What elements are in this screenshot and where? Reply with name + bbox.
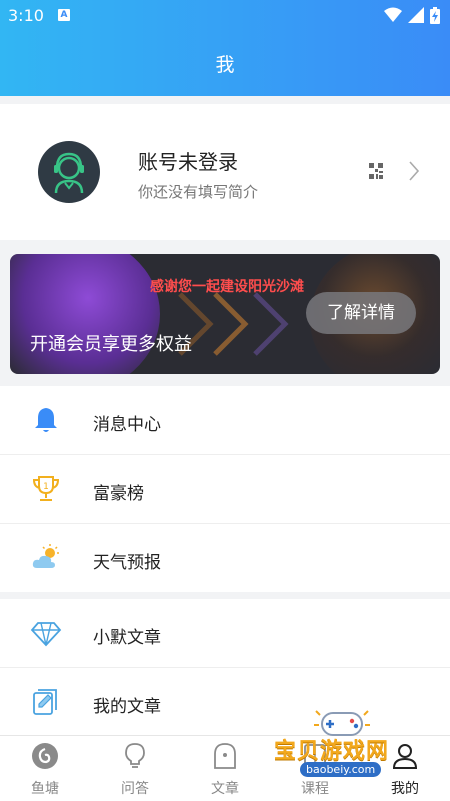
learn-more-button[interactable]: 了解详情 bbox=[306, 292, 416, 334]
wifi-icon bbox=[384, 7, 402, 22]
profile-bio: 你还没有填写简介 bbox=[138, 183, 259, 201]
default-avatar-icon bbox=[54, 152, 84, 194]
status-bar: 3:10 A bbox=[0, 0, 450, 30]
watermark: 宝贝游戏网 baobeiy.com bbox=[272, 705, 432, 785]
signal-icon bbox=[408, 7, 424, 23]
bell-icon bbox=[35, 408, 57, 432]
fish-pond-icon bbox=[32, 743, 58, 769]
menu-item-label: 天气预报 bbox=[93, 553, 161, 573]
menu-group: 消息中心 1 富豪榜 天气预报 bbox=[0, 386, 450, 592]
lightbulb-icon bbox=[125, 743, 145, 768]
status-icons bbox=[384, 6, 440, 24]
profile-name: 账号未登录 bbox=[138, 150, 238, 174]
svg-text:1: 1 bbox=[43, 482, 49, 492]
menu-item-label: 富豪榜 bbox=[93, 484, 144, 504]
weather-icon bbox=[32, 544, 59, 568]
menu-item-messages[interactable]: 消息中心 bbox=[0, 386, 450, 455]
tab-qa[interactable]: 问答 bbox=[100, 742, 170, 798]
app-header: 我 bbox=[0, 30, 450, 96]
banner-chevrons-decoration bbox=[178, 292, 289, 356]
status-time: 3:10 bbox=[8, 6, 44, 25]
watermark-text: 宝贝游戏网 bbox=[274, 739, 390, 764]
banner-text: 开通会员享更多权益 bbox=[30, 334, 192, 355]
avatar[interactable] bbox=[38, 141, 100, 203]
tab-articles[interactable]: 文章 bbox=[190, 742, 260, 798]
battery-icon bbox=[430, 6, 440, 24]
menu-item-rich-list[interactable]: 1 富豪榜 bbox=[0, 455, 450, 524]
menu-item-label: 小默文章 bbox=[93, 628, 161, 648]
tab-label: 鱼塘 bbox=[31, 781, 59, 797]
tab-fish-pond[interactable]: 鱼塘 bbox=[10, 742, 80, 798]
menu-item-xiaomo-articles[interactable]: 小默文章 bbox=[0, 599, 450, 668]
menu-item-label: 消息中心 bbox=[93, 415, 161, 435]
qr-code-icon[interactable] bbox=[369, 163, 383, 179]
tab-label: 文章 bbox=[211, 781, 239, 797]
watermark-url: baobeiy.com bbox=[300, 762, 382, 777]
menu-item-label: 我的文章 bbox=[93, 697, 161, 717]
diamond-icon bbox=[30, 622, 62, 647]
notification-icon: A bbox=[58, 9, 70, 21]
chevron-right-icon[interactable] bbox=[408, 160, 420, 182]
banner-decoration bbox=[10, 254, 160, 374]
article-icon bbox=[214, 743, 236, 769]
vip-banner[interactable]: 感谢您一起建设阳光沙滩 开通会员享更多权益 了解详情 bbox=[10, 254, 440, 374]
edit-document-icon bbox=[33, 689, 57, 715]
menu-item-weather[interactable]: 天气预报 bbox=[0, 524, 450, 592]
tab-label: 问答 bbox=[121, 781, 149, 797]
page-title: 我 bbox=[215, 54, 235, 76]
banner-headline: 感谢您一起建设阳光沙滩 bbox=[150, 279, 304, 295]
trophy-icon: 1 bbox=[32, 476, 60, 501]
